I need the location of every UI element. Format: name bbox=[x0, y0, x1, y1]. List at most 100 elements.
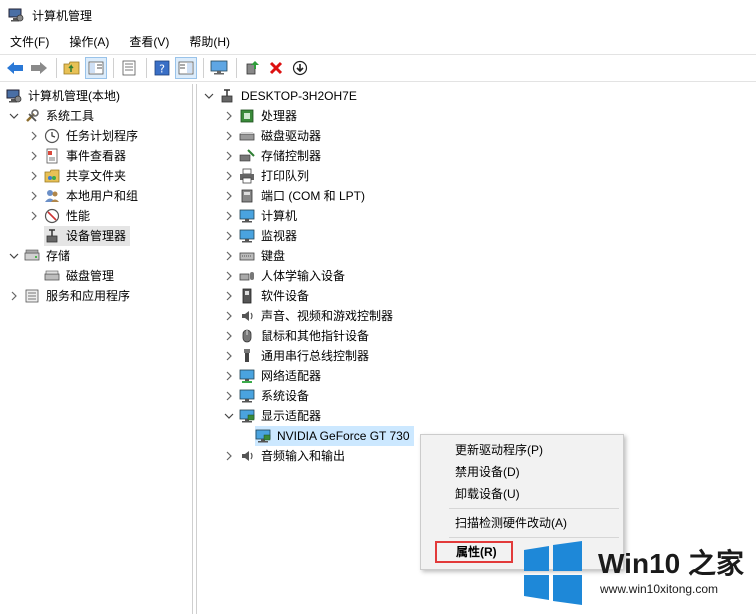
toolbar-separator bbox=[113, 58, 114, 78]
menu-action[interactable]: 操作(A) bbox=[59, 32, 119, 52]
tree-item-label: 共享文件夹 bbox=[66, 169, 127, 183]
tree-item-root[interactable]: 计算机管理(本地) bbox=[6, 86, 122, 106]
device-label: NVIDIA GeForce GT 730 bbox=[277, 429, 410, 443]
tree-item-disk-management[interactable]: 磁盘管理 bbox=[28, 266, 116, 286]
device-category-item[interactable]: 计算机 bbox=[223, 206, 299, 226]
tree-item-storage[interactable]: 存储 bbox=[8, 246, 72, 266]
chevron-right-icon[interactable] bbox=[28, 170, 40, 182]
chevron-right-icon[interactable] bbox=[28, 210, 40, 222]
back-arrow-icon[interactable] bbox=[4, 57, 26, 79]
tree-item-label: 本地用户和组 bbox=[66, 189, 139, 203]
chevron-right-icon[interactable] bbox=[223, 350, 235, 362]
chevron-right-icon[interactable] bbox=[223, 250, 235, 262]
menu-uninstall-device[interactable]: 卸载设备(U) bbox=[422, 483, 622, 505]
device-nvidia-gt730[interactable]: NVIDIA GeForce GT 730 bbox=[239, 426, 414, 446]
tree-item-services-apps[interactable]: 服务和应用程序 bbox=[8, 286, 132, 306]
menu-bar: 文件(F) 操作(A) 查看(V) 帮助(H) bbox=[0, 32, 756, 52]
chevron-right-icon[interactable] bbox=[223, 290, 235, 302]
chevron-right-icon[interactable] bbox=[223, 130, 235, 142]
export-list-icon[interactable] bbox=[118, 57, 140, 79]
menu-scan-hardware[interactable]: 扫描检测硬件改动(A) bbox=[422, 512, 622, 534]
device-category-item[interactable]: 处理器 bbox=[223, 106, 299, 126]
chevron-right-icon[interactable] bbox=[28, 150, 40, 162]
show-pane-icon[interactable] bbox=[175, 57, 197, 79]
chevron-right-icon[interactable] bbox=[223, 450, 235, 462]
device-category-item[interactable]: 软件设备 bbox=[223, 286, 311, 306]
device-tree-root[interactable]: DESKTOP-3H2OH7E bbox=[203, 86, 359, 106]
uninstall-x-icon[interactable] bbox=[265, 57, 287, 79]
menu-properties[interactable]: 属性(R) bbox=[435, 541, 513, 563]
chevron-right-icon[interactable] bbox=[223, 210, 235, 222]
device-category-item[interactable]: 存储控制器 bbox=[223, 146, 323, 166]
device-category-item[interactable]: 显示适配器 bbox=[223, 406, 323, 426]
show-tree-icon[interactable] bbox=[85, 57, 107, 79]
device-category-label: 磁盘驱动器 bbox=[261, 129, 322, 143]
chevron-down-icon[interactable] bbox=[223, 410, 235, 422]
tree-item-event-viewer[interactable]: 事件查看器 bbox=[28, 146, 128, 166]
chevron-right-icon[interactable] bbox=[223, 230, 235, 242]
update-driver-icon[interactable] bbox=[241, 57, 263, 79]
device-category-label: 打印队列 bbox=[261, 169, 310, 183]
display-adapter-icon bbox=[255, 428, 271, 444]
device-category-label: 监视器 bbox=[261, 229, 298, 243]
tree-item-performance[interactable]: 性能 bbox=[28, 206, 92, 226]
device-category-item[interactable]: 打印队列 bbox=[223, 166, 311, 186]
device-category-label: 计算机 bbox=[261, 209, 298, 223]
device-category-item[interactable]: 人体学输入设备 bbox=[223, 266, 347, 286]
chevron-right-icon[interactable] bbox=[223, 110, 235, 122]
tree-item-shared-folders[interactable]: 共享文件夹 bbox=[28, 166, 128, 186]
device-category-item[interactable]: 监视器 bbox=[223, 226, 299, 246]
hid-icon bbox=[239, 268, 255, 284]
tree-item-local-users[interactable]: 本地用户和组 bbox=[28, 186, 140, 206]
device-category-audio-io[interactable]: 音频输入和输出 bbox=[223, 446, 347, 466]
device-category-item[interactable]: 网络适配器 bbox=[223, 366, 323, 386]
device-category-label: 端口 (COM 和 LPT) bbox=[261, 189, 365, 203]
menu-help[interactable]: 帮助(H) bbox=[179, 32, 240, 52]
menu-file[interactable]: 文件(F) bbox=[0, 32, 59, 52]
chevron-right-icon[interactable] bbox=[28, 130, 40, 142]
tree-item-system-tools[interactable]: 系统工具 bbox=[8, 106, 96, 126]
chevron-right-icon[interactable] bbox=[28, 190, 40, 202]
device-category-item[interactable]: 鼠标和其他指针设备 bbox=[223, 326, 371, 346]
chevron-right-icon[interactable] bbox=[223, 310, 235, 322]
watermark-url: www.win10xitong.com bbox=[600, 582, 719, 596]
usb-icon bbox=[239, 348, 255, 364]
tree-item-device-manager[interactable]: 设备管理器 bbox=[28, 226, 131, 246]
chevron-right-icon[interactable] bbox=[223, 170, 235, 182]
chevron-down-icon[interactable] bbox=[8, 250, 20, 262]
up-folder-icon[interactable] bbox=[61, 57, 83, 79]
tree-item-task-scheduler[interactable]: 任务计划程序 bbox=[28, 126, 140, 146]
device-category-label: 通用串行总线控制器 bbox=[261, 349, 370, 363]
device-category-item[interactable]: 键盘 bbox=[223, 246, 287, 266]
help-icon[interactable]: ? bbox=[151, 57, 173, 79]
forward-arrow-icon[interactable] bbox=[28, 57, 50, 79]
chevron-down-icon[interactable] bbox=[8, 110, 20, 122]
monitor-icon[interactable] bbox=[208, 57, 230, 79]
device-category-label: 系统设备 bbox=[261, 389, 310, 403]
disable-device-icon[interactable] bbox=[289, 57, 311, 79]
chevron-right-icon[interactable] bbox=[223, 190, 235, 202]
device-category-item[interactable]: 声音、视频和游戏控制器 bbox=[223, 306, 395, 326]
device-category-label: 网络适配器 bbox=[261, 369, 322, 383]
chevron-right-icon[interactable] bbox=[223, 370, 235, 382]
chevron-right-icon[interactable] bbox=[223, 390, 235, 402]
chevron-right-icon[interactable] bbox=[223, 150, 235, 162]
storage-icon bbox=[24, 248, 40, 264]
menu-disable-device[interactable]: 禁用设备(D) bbox=[422, 461, 622, 483]
monitor-icon bbox=[239, 228, 255, 244]
device-category-item[interactable]: 系统设备 bbox=[223, 386, 311, 406]
device-category-item[interactable]: 端口 (COM 和 LPT) bbox=[223, 186, 367, 206]
chevron-down-icon[interactable] bbox=[203, 90, 215, 102]
device-category-item[interactable]: 通用串行总线控制器 bbox=[223, 346, 371, 366]
chevron-right-icon[interactable] bbox=[223, 330, 235, 342]
menu-update-driver[interactable]: 更新驱动程序(P) bbox=[422, 439, 622, 461]
device-category-item[interactable]: 磁盘驱动器 bbox=[223, 126, 323, 146]
toolbar: ? bbox=[0, 54, 756, 82]
software-device-icon bbox=[239, 288, 255, 304]
tree-item-label: 系统工具 bbox=[46, 109, 95, 123]
window-title: 计算机管理 bbox=[32, 8, 93, 23]
chevron-right-icon[interactable] bbox=[8, 290, 20, 302]
menu-view[interactable]: 查看(V) bbox=[119, 32, 179, 52]
chevron-right-icon[interactable] bbox=[223, 270, 235, 282]
